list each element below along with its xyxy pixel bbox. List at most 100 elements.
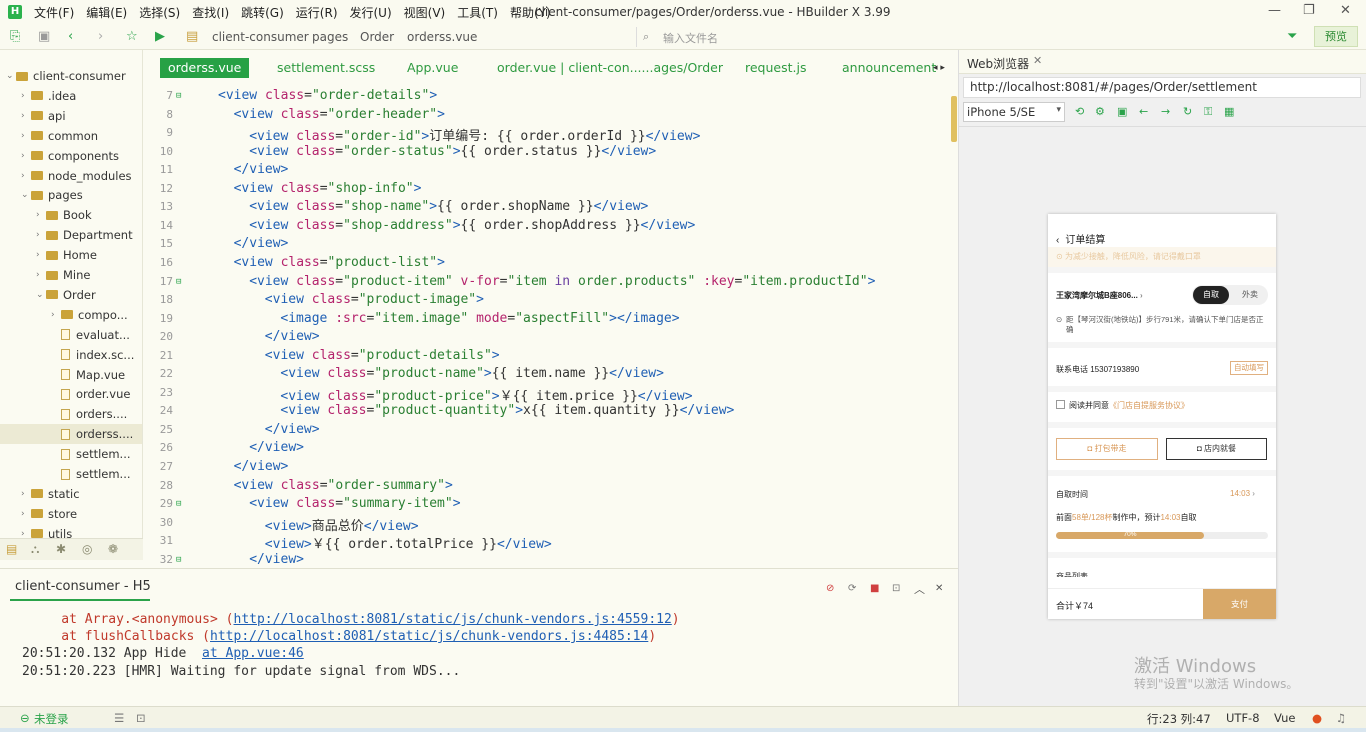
code-line[interactable]: </view> — [265, 422, 320, 437]
code-line[interactable]: <view class="product-price">￥{{ item.pri… — [280, 385, 692, 404]
browser-tab[interactable]: Web浏览器 ✕ — [959, 50, 1366, 74]
tree-item[interactable]: › compo... — [0, 305, 142, 325]
preview-button[interactable]: 预览 — [1314, 26, 1358, 47]
code-line[interactable]: <view class="product-item" v-for="item i… — [249, 274, 875, 289]
code-line[interactable]: </view> — [234, 459, 289, 474]
menu-item-3[interactable]: 查找(I) — [192, 4, 229, 21]
url-input[interactable]: http://localhost:8081/#/pages/Order/sett… — [963, 77, 1361, 98]
terminate-icon[interactable]: ■ — [870, 583, 879, 594]
maximize-icon[interactable]: ❐ — [1303, 3, 1315, 18]
code-line[interactable]: <view class="product-image"> — [265, 292, 484, 307]
device-select[interactable]: iPhone 5/SE ▾ — [963, 102, 1065, 122]
code-line[interactable]: <view class="shop-name">{{ order.shopNam… — [249, 199, 648, 214]
fold-icon[interactable]: ⊟ — [176, 277, 181, 287]
takeaway-button[interactable]: ◘ 打包带走 — [1056, 438, 1158, 460]
fold-icon[interactable]: ⊟ — [176, 499, 181, 509]
dine-in-button[interactable]: ◘ 店内就餐 — [1166, 438, 1267, 460]
code-line[interactable]: <view class="order-status">{{ order.stat… — [249, 144, 656, 159]
tree-item[interactable]: › node_modules — [0, 166, 142, 186]
chevron-right-icon[interactable]: › — [21, 489, 31, 499]
code-line[interactable]: <view class="order-details"> — [218, 88, 437, 103]
menu-item-5[interactable]: 运行(R) — [296, 4, 338, 21]
tab-scroll-icon[interactable]: ◂ ▸ — [933, 58, 945, 78]
code-line[interactable]: <view class="product-quantity">x{{ item.… — [280, 403, 734, 418]
chevron-right-icon[interactable]: › — [21, 509, 31, 519]
fold-icon[interactable]: ⊟ — [176, 555, 181, 564]
mode-delivery-button[interactable]: 外卖 — [1232, 286, 1268, 304]
code-line[interactable]: <view class="shop-info"> — [234, 181, 422, 196]
notification-icon[interactable]: ● — [1312, 711, 1322, 725]
menu-item-6[interactable]: 发行(U) — [350, 4, 392, 21]
tree-item[interactable]: › Mine — [0, 265, 142, 285]
tree-item[interactable]: ⌄ client-consumer — [0, 66, 142, 86]
chevron-right-icon[interactable]: › — [51, 310, 61, 320]
agreement-link[interactable]: 《门店自提服务协议》 — [1109, 401, 1189, 410]
code-line[interactable]: </view> — [234, 236, 289, 251]
tab-request-js[interactable]: request.js — [745, 58, 806, 78]
chevron-down-icon[interactable]: ⌄ — [36, 290, 46, 300]
code-line[interactable]: </view> — [265, 329, 320, 344]
code-line[interactable]: </view> — [234, 162, 289, 177]
close-icon[interactable]: ✕ — [1340, 3, 1351, 18]
breadcrumb-order[interactable]: Order — [360, 30, 394, 44]
fold-icon[interactable]: ⊟ — [176, 91, 181, 101]
forward-icon[interactable]: › — [98, 29, 103, 44]
explorer-icon[interactable]: ▤ — [6, 542, 17, 556]
restart-icon[interactable]: ⟳ — [848, 583, 856, 594]
login-status[interactable]: 未登录 — [34, 711, 69, 727]
tab-orderss-vue[interactable]: orderss.vue — [160, 58, 250, 78]
tree-item[interactable]: › .idea — [0, 86, 142, 106]
code-line[interactable]: <image :src="item.image" mode="aspectFil… — [280, 311, 679, 326]
extensions-icon[interactable]: ❁ — [108, 542, 118, 556]
tree-item[interactable]: › Department — [0, 225, 142, 245]
save-icon[interactable]: ▣ — [38, 29, 50, 44]
tree-item[interactable]: orderss.... — [0, 424, 142, 445]
clear-icon[interactable]: ⊡ — [892, 583, 900, 594]
editor-scrollbar[interactable] — [951, 96, 957, 142]
filter-icon[interactable]: ⏷ — [1287, 29, 1297, 44]
chevron-right-icon[interactable]: › — [36, 210, 46, 220]
plugin-icon[interactable]: ⛬ — [31, 542, 39, 557]
back-chevron-icon[interactable]: ‹ — [1056, 235, 1059, 246]
chevron-right-icon[interactable]: › — [21, 151, 31, 161]
code-line[interactable]: <view class="product-details"> — [265, 348, 500, 363]
tree-item[interactable]: › Book — [0, 205, 142, 225]
browser-tab-close-icon[interactable]: ✕ — [1033, 54, 1042, 67]
menu-item-8[interactable]: 工具(T) — [457, 4, 498, 21]
chevron-right-icon[interactable]: › — [21, 131, 31, 141]
breadcrumb-project[interactable]: client-consumer — [212, 30, 309, 44]
code-line[interactable]: <view class="order-header"> — [234, 107, 445, 122]
back-icon[interactable]: ‹ — [68, 29, 73, 44]
cursor-position[interactable]: 行:23 列:47 — [1147, 711, 1211, 727]
code-line[interactable]: <view>商品总价</view> — [265, 515, 419, 534]
tree-item[interactable]: order.vue — [0, 384, 142, 404]
forward-arrow-icon[interactable]: → — [1161, 105, 1170, 118]
tab-order-vue[interactable]: order.vue | client-con......ages/Order — [497, 58, 723, 78]
terminal-icon[interactable]: ⊡ — [136, 711, 146, 725]
tree-item[interactable]: index.sc... — [0, 345, 142, 365]
run-icon[interactable]: ▶ — [155, 29, 165, 44]
tree-item[interactable]: settlem... — [0, 444, 142, 464]
code-line[interactable]: </view> — [249, 440, 304, 455]
qrcode-icon[interactable]: ▦ — [1224, 105, 1234, 118]
star-icon[interactable]: ☆ — [126, 29, 138, 44]
screenshot-icon[interactable]: ▣ — [1117, 105, 1127, 118]
lock-icon[interactable]: ⚿ — [1204, 105, 1212, 119]
pay-button[interactable]: 支付 — [1203, 589, 1276, 619]
debug-icon[interactable]: ✱ — [56, 542, 66, 556]
tree-item[interactable]: ⌄ Order — [0, 285, 142, 305]
autofill-button[interactable]: 自动填写 — [1230, 361, 1268, 375]
code-line[interactable]: <view class="summary-item"> — [249, 496, 460, 511]
tree-item[interactable]: › common — [0, 126, 142, 146]
settings-icon[interactable]: ⚙ — [1095, 105, 1105, 118]
tree-item[interactable]: › Home — [0, 245, 142, 265]
code-line[interactable]: </view> — [249, 552, 304, 564]
refresh-icon[interactable]: ↻ — [1183, 105, 1192, 118]
code-line[interactable]: <view class="order-id">订单编号: {{ order.or… — [249, 125, 700, 144]
tree-item[interactable]: settlem... — [0, 464, 142, 484]
tree-item[interactable]: orders.... — [0, 404, 142, 424]
code-line[interactable]: <view class="product-list"> — [234, 255, 445, 270]
mode-pickup-button[interactable]: 自取 — [1193, 286, 1229, 304]
close-panel-icon[interactable]: ✕ — [935, 583, 943, 594]
tree-item[interactable]: › components — [0, 146, 142, 166]
